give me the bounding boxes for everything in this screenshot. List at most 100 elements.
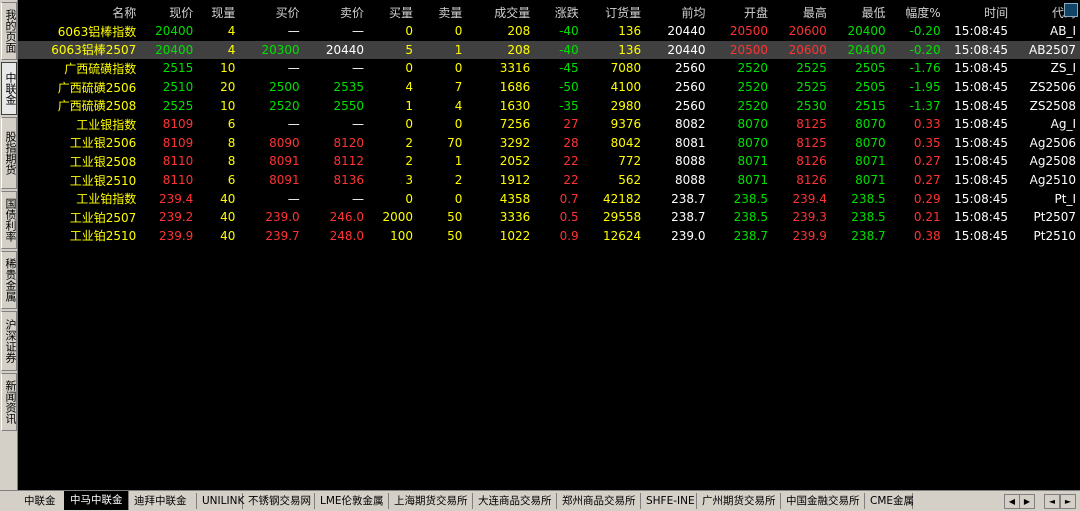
table-cell: 15:08:45 <box>954 191 1009 206</box>
table-cell: 8126 <box>796 173 827 188</box>
exchange-tab[interactable]: 大连商品交易所 <box>472 493 557 509</box>
table-cell: 8088 <box>674 154 706 169</box>
table-cell: 2520 <box>737 80 768 95</box>
settings-icon[interactable] <box>1064 3 1078 17</box>
column-header[interactable]: 最高 <box>772 2 831 22</box>
left-tab-5[interactable]: 沪深证券 <box>1 311 17 371</box>
table-cell: 20600 <box>788 24 827 39</box>
table-cell: 2525 <box>162 98 194 113</box>
table-cell: 8070 <box>855 135 886 150</box>
table-cell: 8125 <box>796 135 827 150</box>
column-header[interactable]: 最低 <box>831 2 890 22</box>
table-cell: 8081 <box>674 135 706 150</box>
table-cell: 8 <box>227 154 236 169</box>
table-cell: ZS_I <box>1050 61 1076 76</box>
table-cell: 27 <box>563 117 579 132</box>
column-header[interactable]: 卖价 <box>304 2 368 22</box>
arrow-right-icon[interactable]: ► <box>1060 494 1076 509</box>
table-row[interactable]: 6063铝棒指数 20400 4 — — 0 0 208 -40 136 20440 20500 206… <box>18 22 1080 41</box>
table-cell: 50 <box>447 228 463 243</box>
exchange-tab[interactable]: 郑州商品交易所 <box>556 493 641 509</box>
column-header[interactable]: 前均 <box>645 2 709 22</box>
table-cell: 20600 <box>772 40 831 60</box>
table-cell: 208 <box>507 24 531 39</box>
table-row[interactable]: 工业铂2507 239.2 40 239.0 246.0 2000 50 3336 0.5 295… <box>18 208 1080 227</box>
table-cell: 239.4 <box>792 191 827 206</box>
left-tab-3[interactable]: 国债利率 <box>1 191 17 249</box>
column-header[interactable]: 名称 <box>18 2 140 22</box>
table-row[interactable]: 工业银2506 8109 8 8090 8120 2 70 3292 28 8042 8081 807… <box>18 134 1080 153</box>
column-header[interactable]: 卖量 <box>417 2 466 22</box>
table-cell: 8125 <box>796 117 827 132</box>
table-row[interactable]: 广西硫磺2508 2525 10 2520 2550 1 4 1630 -35 2980 2560 2… <box>18 96 1080 115</box>
table-cell: 8109 <box>162 135 194 150</box>
table-cell: 15:08:45 <box>954 154 1009 169</box>
exchange-tab[interactable]: 中联金 <box>18 493 65 509</box>
left-tab-0[interactable]: 我的页面 <box>1 2 17 60</box>
table-cell: 0 <box>454 24 463 39</box>
exchange-tab[interactable]: 迪拜中联金 <box>128 493 197 509</box>
table-cell: 0.27 <box>913 154 941 169</box>
table-cell: 15:08:45 <box>954 228 1009 243</box>
table-cell: 40 <box>220 191 236 206</box>
left-tab-6[interactable]: 新闻资讯 <box>1 373 17 431</box>
table-cell: 1912 <box>499 173 531 188</box>
table-cell: 0 <box>454 61 463 76</box>
table-row[interactable]: 工业银指数 8109 6 — — 0 0 7256 27 9376 8082 8070 8125 8070… <box>18 115 1080 134</box>
table-row[interactable]: 广西硫磺2506 2510 20 2500 2535 4 7 1686 -50 4100 2560 2… <box>18 78 1080 97</box>
triangle-right-icon[interactable]: ▶ <box>1019 494 1035 509</box>
table-cell: — <box>352 117 365 132</box>
table-cell: 工业银2508 <box>69 154 137 169</box>
table-cell: 8136 <box>333 173 365 188</box>
column-header[interactable]: 成交量 <box>466 2 534 22</box>
table-cell: Ag2510 <box>1029 173 1076 188</box>
table-cell: 238.7 <box>671 210 706 225</box>
column-header[interactable]: 时间 <box>945 2 1012 22</box>
column-header[interactable]: 开盘 <box>710 2 772 22</box>
exchange-tab[interactable]: 中国金融交易所 <box>780 493 865 509</box>
arrow-left-icon[interactable]: ◄ <box>1044 494 1060 509</box>
table-cell: 6 <box>227 117 236 132</box>
table-row[interactable]: 工业银2510 8110 6 8091 8136 3 2 1912 22 562 8088 8071 8… <box>18 171 1080 190</box>
exchange-tab[interactable]: 不锈钢交易网 <box>242 493 315 509</box>
column-header[interactable]: 幅度% <box>890 2 945 22</box>
exchange-tab[interactable]: UNILINK <box>196 493 244 509</box>
exchange-tab[interactable]: 上海期货交易所 <box>388 493 473 509</box>
left-tab-4[interactable]: 稀贵金属 <box>1 251 17 309</box>
table-row[interactable]: 工业银2508 8110 8 8091 8112 2 1 2052 22 772 8088 8071 8… <box>18 152 1080 171</box>
table-cell: 1 <box>405 98 414 113</box>
table-cell: 0.5 <box>559 210 579 225</box>
table-cell: 2 <box>405 135 414 150</box>
table-cell: 工业铂2507 <box>69 210 137 225</box>
column-header[interactable]: 订货量 <box>583 2 645 22</box>
table-cell: 2520 <box>737 61 768 76</box>
table-row[interactable]: 工业铂指数 239.4 40 — — 0 0 4358 0.7 42182 238.7 238.5 23… <box>18 189 1080 208</box>
exchange-tab[interactable]: LME伦敦金属 <box>314 493 389 509</box>
table-cell: 2000 <box>382 210 414 225</box>
column-header[interactable]: 现量 <box>197 2 239 22</box>
table-cell: 7080 <box>610 61 642 76</box>
left-tab-1[interactable]: 中联金 <box>1 62 17 115</box>
table-cell: -40 <box>559 24 579 39</box>
exchange-tab[interactable]: 中马中联金 <box>64 491 129 510</box>
column-header[interactable]: 买价 <box>239 2 303 22</box>
exchange-tab[interactable]: SHFE-INE <box>640 493 697 509</box>
left-tab-2[interactable]: 股指期货 <box>1 117 17 189</box>
table-row[interactable]: 6063铝棒2507 20400 4 20300 20440 5 1 208 -40 136 204… <box>18 40 1080 60</box>
table-cell: ZS2506 <box>1029 80 1076 95</box>
table-cell: 15:08:45 <box>954 98 1009 113</box>
table-cell: 7 <box>454 80 463 95</box>
table-cell: 1 <box>454 154 463 169</box>
table-cell: 2550 <box>333 98 365 113</box>
column-header[interactable]: 现价 <box>140 2 197 22</box>
table-row[interactable]: 工业铂2510 239.9 40 239.7 248.0 100 50 1022 0.9 1262… <box>18 227 1080 246</box>
table-cell: 8110 <box>162 173 194 188</box>
column-header[interactable]: 买量 <box>368 2 417 22</box>
column-header[interactable]: 涨跌 <box>534 2 582 22</box>
table-cell: 238.5 <box>733 210 768 225</box>
exchange-tab[interactable]: 广州期货交易所 <box>696 493 781 509</box>
table-cell: 2515 <box>162 61 194 76</box>
triangle-left-icon[interactable]: ◀ <box>1004 494 1020 509</box>
table-row[interactable]: 广西硫磺指数 2515 10 — — 0 0 3316 -45 7080 2560 2520 2525 2… <box>18 59 1080 78</box>
exchange-tab[interactable]: CME金属 <box>864 493 914 509</box>
